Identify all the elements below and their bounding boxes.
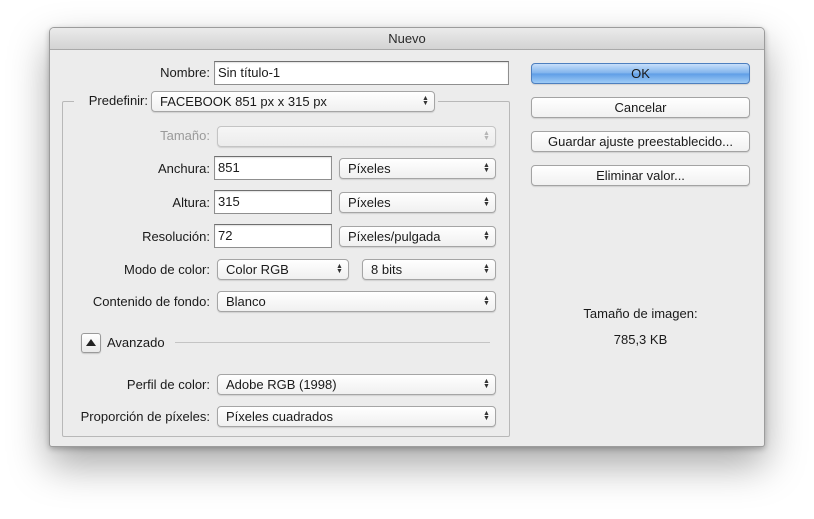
new-document-dialog: Nuevo Nombre: Sin título-1 Predefinir: F… [49,27,765,447]
bit-depth-select[interactable]: 8 bits ▲ ▼ [362,259,496,280]
height-unit-select[interactable]: Píxeles ▲ ▼ [339,192,496,213]
background-contents-value: Blanco [226,294,266,309]
preset-label: Predefinir: [88,93,148,108]
up-down-arrows-icon: ▲ ▼ [483,230,490,242]
cancel-button[interactable]: Cancelar [531,97,750,118]
name-label: Nombre: [160,65,210,80]
bit-depth-value: 8 bits [371,262,403,277]
delete-preset-button[interactable]: Eliminar valor... [531,165,750,186]
image-size-value: 785,3 KB [613,332,668,347]
width-field[interactable]: 851 [214,156,332,180]
up-down-arrows-icon: ▲ ▼ [483,162,490,174]
background-contents-label: Contenido de fondo: [92,294,210,309]
window-title: Nuevo [50,28,764,50]
advanced-separator [175,342,490,343]
up-down-arrows-icon: ▲ ▼ [483,410,490,422]
advanced-label: Avanzado [107,335,165,350]
height-unit-value: Píxeles [348,195,391,210]
pixel-aspect-label: Proporción de píxeles: [80,409,210,424]
width-unit-value: Píxeles [348,161,391,176]
up-down-arrows-icon: ▲ ▼ [483,130,490,142]
size-label: Tamaño: [160,128,210,143]
up-down-arrows-icon: ▲ ▼ [483,295,490,307]
resolution-unit-select[interactable]: Píxeles/pulgada ▲ ▼ [339,226,496,247]
width-label: Anchura: [157,161,210,176]
advanced-disclosure-button[interactable] [81,333,101,353]
up-down-arrows-icon: ▲ ▼ [422,95,429,107]
height-field[interactable]: 315 [214,190,332,214]
color-mode-value: Color RGB [226,262,289,277]
height-label: Altura: [172,195,210,210]
preset-select-value: FACEBOOK 851 px x 315 px [160,94,327,109]
up-down-arrows-icon: ▲ ▼ [483,263,490,275]
color-profile-value: Adobe RGB (1998) [226,377,337,392]
up-down-arrows-icon: ▲ ▼ [336,263,343,275]
size-select[interactable]: ▲ ▼ [217,126,496,147]
resolution-field[interactable]: 72 [214,224,332,248]
pixel-aspect-value: Píxeles cuadrados [226,409,333,424]
up-down-arrows-icon: ▲ ▼ [483,196,490,208]
color-mode-select[interactable]: Color RGB ▲ ▼ [217,259,349,280]
width-unit-select[interactable]: Píxeles ▲ ▼ [339,158,496,179]
color-profile-label: Perfil de color: [126,377,210,392]
resolution-unit-value: Píxeles/pulgada [348,229,441,244]
preset-select[interactable]: FACEBOOK 851 px x 315 px ▲ ▼ [151,91,435,112]
ok-button[interactable]: OK [531,63,750,84]
triangle-up-icon [86,339,96,346]
pixel-aspect-select[interactable]: Píxeles cuadrados ▲ ▼ [217,406,496,427]
save-preset-button[interactable]: Guardar ajuste preestablecido... [531,131,750,152]
name-field[interactable]: Sin título-1 [214,61,509,85]
color-profile-select[interactable]: Adobe RGB (1998) ▲ ▼ [217,374,496,395]
image-size-label: Tamaño de imagen: [583,306,698,321]
background-contents-select[interactable]: Blanco ▲ ▼ [217,291,496,312]
resolution-label: Resolución: [142,229,210,244]
color-mode-label: Modo de color: [124,262,210,277]
up-down-arrows-icon: ▲ ▼ [483,378,490,390]
